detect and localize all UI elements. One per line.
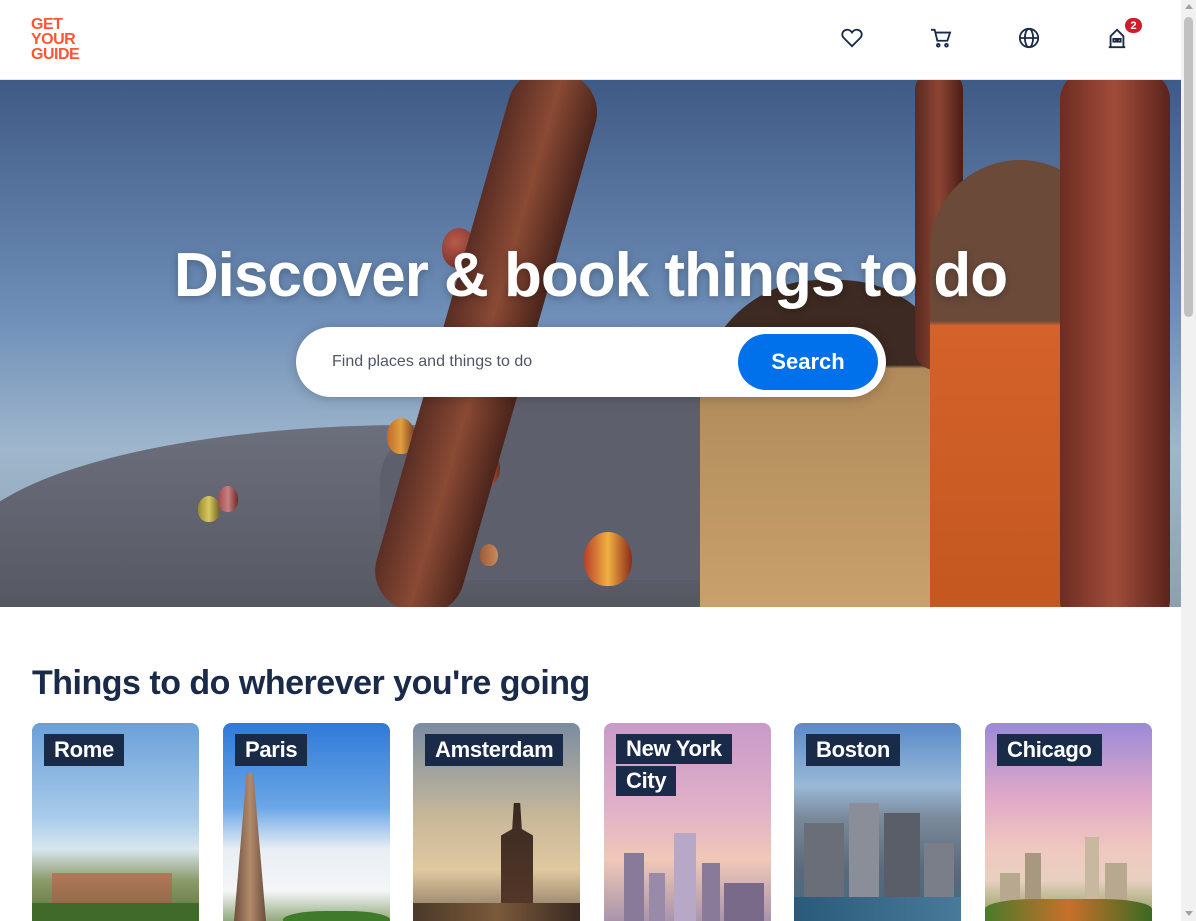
- site-header: GET YOUR GUIDE 2: [0, 0, 1181, 80]
- destination-card-new-york-city[interactable]: New York City: [604, 723, 771, 921]
- rome-trees-image: [32, 903, 199, 921]
- logo-line-3: GUIDE: [31, 46, 80, 63]
- boston-harbor-image: [794, 897, 961, 921]
- destination-label-line-1: New York: [616, 734, 732, 764]
- destination-label: Rome: [44, 734, 124, 766]
- nyc-building-image: [724, 883, 764, 921]
- language-button[interactable]: [1017, 26, 1041, 50]
- balloon-image: [584, 532, 632, 586]
- destination-card-rome[interactable]: Rome: [32, 723, 199, 921]
- destination-label: Chicago: [997, 734, 1102, 766]
- logo-line-2: YOUR: [31, 31, 76, 48]
- search-input[interactable]: [332, 347, 712, 377]
- hero-banner: Discover & book things to do Search: [0, 80, 1181, 607]
- destination-label: Paris: [235, 734, 308, 766]
- balloon-basket-rope-image: [1060, 80, 1170, 607]
- destination-label-line-2: City: [616, 766, 677, 796]
- destination-card-boston[interactable]: Boston: [794, 723, 961, 921]
- destination-label: Boston: [806, 734, 900, 766]
- getyourguide-logo[interactable]: GET YOUR GUIDE: [31, 16, 91, 63]
- heart-icon: [841, 28, 863, 48]
- paris-trees-image: [283, 911, 390, 921]
- nyc-building-image: [674, 833, 696, 921]
- search-bar: Search: [296, 327, 886, 397]
- destination-label: New York City: [616, 734, 736, 798]
- chicago-trees-image: [985, 899, 1152, 921]
- notification-badge: 2: [1124, 17, 1143, 34]
- destination-cards: Rome Paris Amsterdam New York City Bosto: [32, 723, 1152, 921]
- logo-line-1: GET: [31, 16, 63, 33]
- destination-card-paris[interactable]: Paris: [223, 723, 390, 921]
- balloon-image: [218, 486, 238, 512]
- scroll-up-arrow-icon[interactable]: [1185, 4, 1193, 9]
- scroll-thumb[interactable]: [1184, 17, 1193, 317]
- wishlist-button[interactable]: [840, 26, 864, 50]
- nyc-building-image: [624, 853, 644, 921]
- amsterdam-buildings-image: [413, 903, 580, 921]
- destination-label: Amsterdam: [425, 734, 564, 766]
- page-scrollbar[interactable]: [1181, 0, 1196, 921]
- cart-icon: [931, 28, 952, 48]
- balloon-image: [198, 496, 220, 522]
- hero-title: Discover & book things to do: [173, 241, 1008, 310]
- globe-icon: [1018, 27, 1040, 49]
- search-button[interactable]: Search: [738, 334, 878, 390]
- destination-card-chicago[interactable]: Chicago: [985, 723, 1152, 921]
- cart-button[interactable]: [929, 26, 953, 50]
- balloon-image: [480, 544, 498, 566]
- nyc-building-image: [702, 863, 720, 921]
- scroll-down-arrow-icon[interactable]: [1185, 911, 1193, 916]
- nyc-building-image: [649, 873, 665, 921]
- section-title: Things to do wherever you're going: [32, 664, 590, 702]
- destination-card-amsterdam[interactable]: Amsterdam: [413, 723, 580, 921]
